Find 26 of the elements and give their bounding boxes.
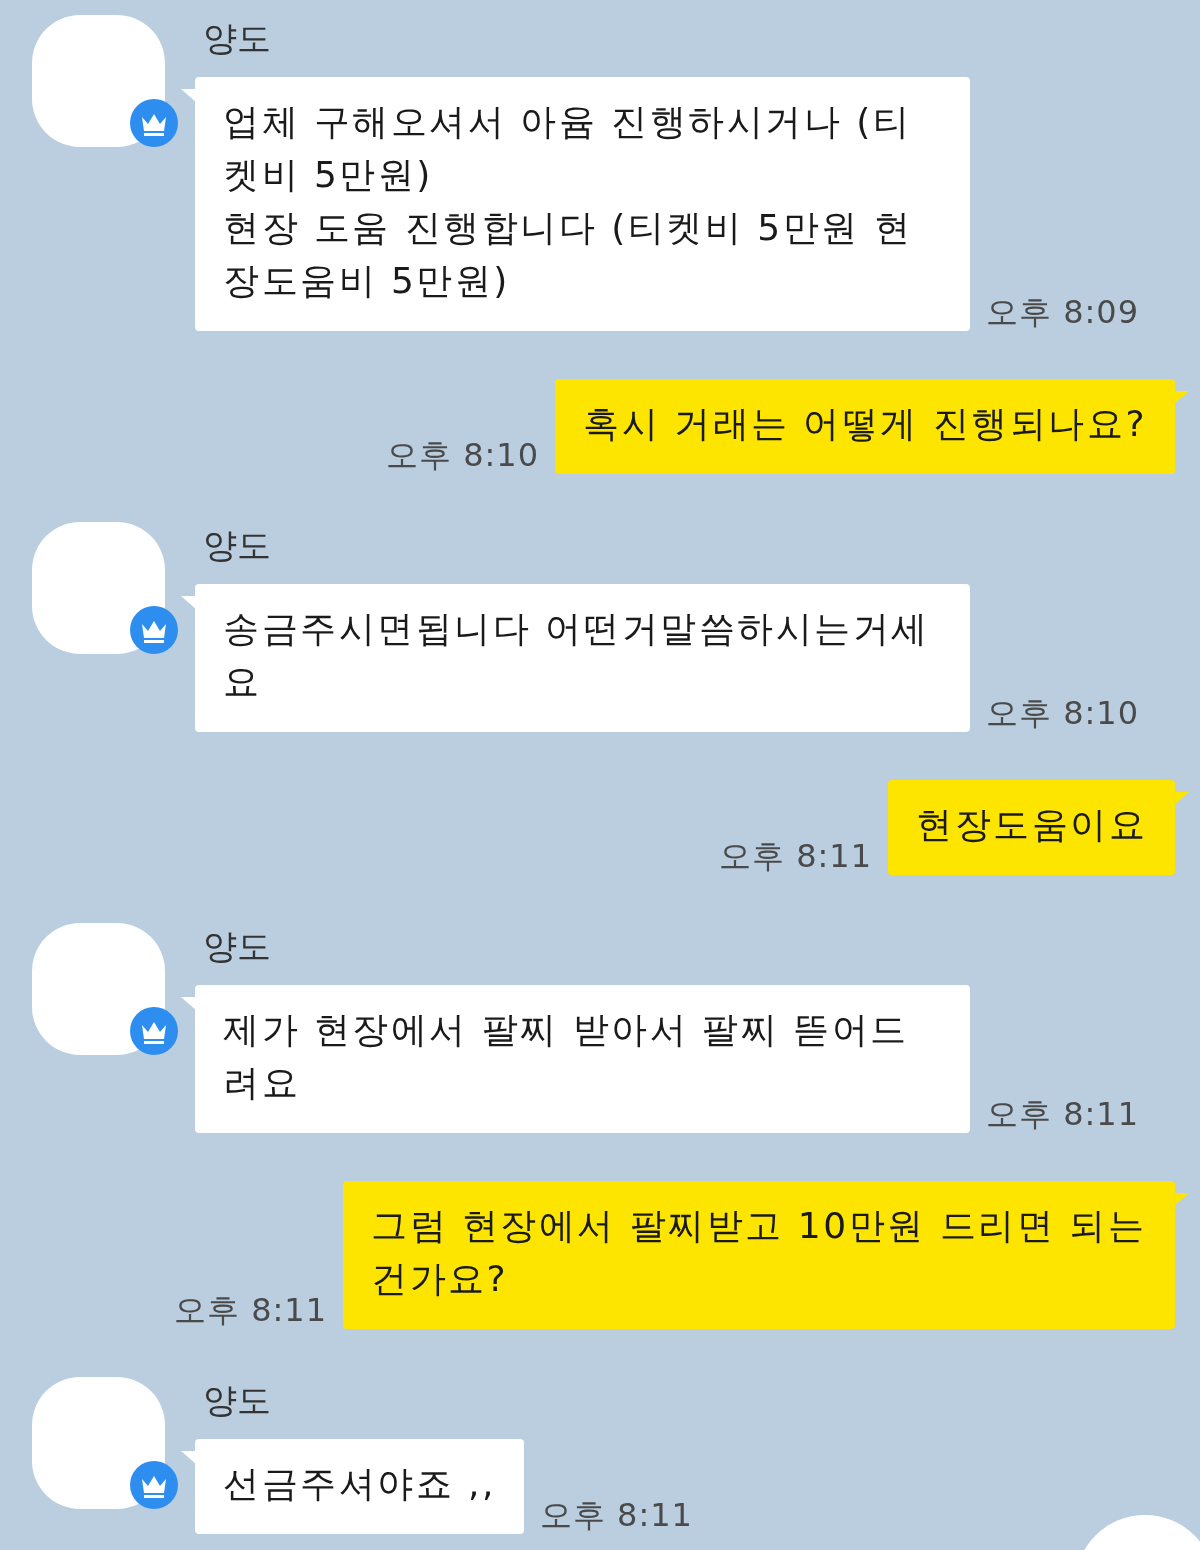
message-time: 오후 8:09 xyxy=(986,292,1140,333)
bubble-tail xyxy=(181,596,197,610)
message-time: 오후 8:11 xyxy=(718,836,872,877)
bubble-tail xyxy=(181,1451,197,1465)
crown-badge-icon xyxy=(129,1460,179,1510)
bubble-tail xyxy=(1173,792,1189,806)
crown-badge-icon xyxy=(129,605,179,655)
crown-badge-icon xyxy=(129,98,179,148)
crown-badge-icon xyxy=(129,1006,179,1056)
message-time: 오후 8:11 xyxy=(173,1290,327,1331)
message-time: 오후 8:10 xyxy=(386,435,540,476)
avatar[interactable] xyxy=(32,15,165,147)
bubble-tail xyxy=(1173,391,1189,405)
avatar[interactable] xyxy=(32,522,165,654)
message-time: 오후 8:11 xyxy=(986,1094,1140,1135)
bubble-tail xyxy=(1173,1193,1189,1207)
message-time: 오후 8:11 xyxy=(539,1495,693,1536)
sender-name: 양도 xyxy=(203,1379,272,1422)
avatar[interactable] xyxy=(32,1377,165,1509)
sender-name: 양도 xyxy=(203,925,272,968)
bubble-tail xyxy=(181,89,197,103)
sender-name: 양도 xyxy=(203,17,272,60)
sender-name: 양도 xyxy=(203,524,272,567)
bubble-tail xyxy=(181,997,197,1011)
avatar[interactable] xyxy=(32,923,165,1055)
message-time: 오후 8:10 xyxy=(986,693,1140,734)
